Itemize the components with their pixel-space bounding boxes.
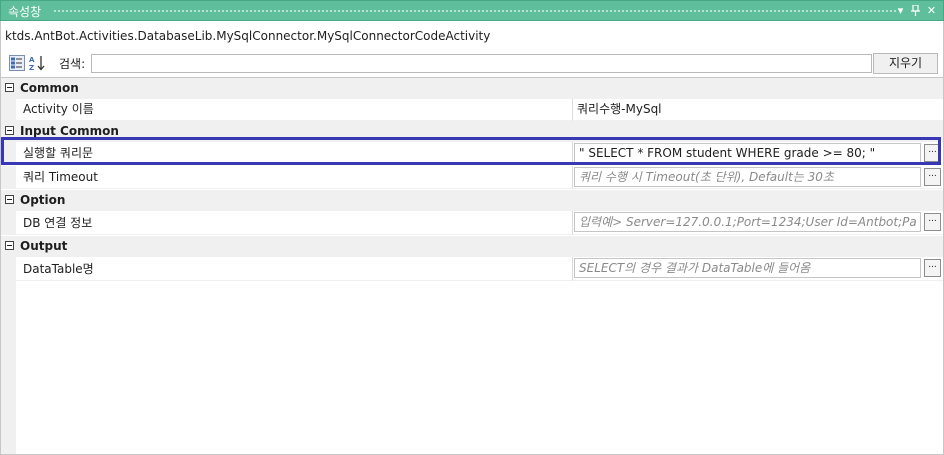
ellipsis-button[interactable]: ... (924, 144, 941, 162)
category-input-common[interactable]: Input Common (1, 121, 943, 142)
property-row-db-connection[interactable]: DB 연결 정보 입력예> Server=127.0.0.1;Port=1234… (1, 211, 943, 235)
property-row-query-timeout[interactable]: 쿼리 Timeout 쿼리 수행 시 Timeout(초 단위), Defaul… (1, 166, 943, 189)
property-placeholder[interactable]: 쿼리 수행 시 Timeout(초 단위), Default는 30초 (579, 168, 916, 186)
property-value[interactable]: 입력예> Server=127.0.0.1;Port=1234;User Id=… (572, 211, 943, 235)
clear-button[interactable]: 지우기 (873, 53, 938, 74)
search-input[interactable] (91, 54, 872, 73)
category-label: Option (20, 193, 66, 207)
pin-icon[interactable] (909, 3, 922, 18)
category-output[interactable]: Output (1, 236, 943, 257)
property-row-activity-name[interactable]: Activity 이름 쿼리수행-MySql (1, 99, 943, 121)
dropdown-icon[interactable]: ▾ (894, 3, 907, 18)
categorized-view-icon[interactable] (9, 55, 25, 71)
svg-text:A: A (29, 56, 35, 64)
property-name: DB 연결 정보 (16, 211, 572, 235)
ellipsis-button[interactable]: ... (924, 259, 941, 277)
property-name: DataTable명 (16, 257, 572, 281)
datatable-input[interactable]: SELECT의 경우 결과가 DataTable에 들어옴 (574, 258, 921, 278)
title-grip (53, 9, 897, 13)
property-value[interactable]: 쿼리수행-MySql (572, 99, 943, 121)
category-label: Common (20, 81, 79, 95)
timeout-input[interactable]: 쿼리 수행 시 Timeout(초 단위), Default는 30초 (574, 167, 921, 187)
property-grid: Common Activity 이름 쿼리수행-MySql Input Comm… (0, 77, 944, 455)
activity-type-name: ktds.AntBot.Activities.DatabaseLib.MySql… (0, 21, 944, 51)
panel-title: 속성창 (8, 5, 42, 19)
alphabetical-sort-icon[interactable]: A Z (29, 55, 45, 72)
collapse-toggle-icon[interactable] (5, 83, 14, 92)
collapse-toggle-icon[interactable] (5, 126, 14, 135)
property-name: 실행할 쿼리문 (16, 142, 572, 165)
grid-gutter (1, 281, 16, 454)
property-value[interactable]: " SELECT * FROM student WHERE grade >= 8… (572, 142, 943, 165)
property-value[interactable]: SELECT의 경우 결과가 DataTable에 들어옴 ... (572, 257, 943, 281)
panel-title-bar[interactable]: 속성창 ▾ ✕ (0, 0, 944, 21)
category-label: Input Common (20, 124, 119, 138)
property-row-datatable[interactable]: DataTable명 SELECT의 경우 결과가 DataTable에 들어옴… (1, 257, 943, 281)
property-toolbar: A Z 검색: 지우기 (0, 51, 944, 77)
category-option[interactable]: Option (1, 190, 943, 211)
category-label: Output (20, 239, 68, 253)
category-common[interactable]: Common (1, 78, 943, 99)
query-input[interactable]: " SELECT * FROM student WHERE grade >= 8… (574, 143, 921, 163)
ellipsis-button[interactable]: ... (924, 213, 941, 231)
property-value-text[interactable]: " SELECT * FROM student WHERE grade >= 8… (579, 144, 916, 162)
ellipsis-button[interactable]: ... (924, 168, 941, 186)
property-value[interactable]: 쿼리 수행 시 Timeout(초 단위), Default는 30초 ... (572, 166, 943, 189)
property-row-query[interactable]: 실행할 쿼리문 " SELECT * FROM student WHERE gr… (1, 142, 943, 165)
property-placeholder[interactable]: 입력예> Server=127.0.0.1;Port=1234;User Id=… (579, 213, 916, 231)
collapse-toggle-icon[interactable] (5, 195, 14, 204)
search-label: 검색: (59, 57, 86, 71)
close-icon[interactable]: ✕ (925, 3, 938, 18)
svg-text:Z: Z (29, 64, 34, 71)
property-name: 쿼리 Timeout (16, 166, 572, 189)
collapse-toggle-icon[interactable] (5, 241, 14, 250)
db-connection-input[interactable]: 입력예> Server=127.0.0.1;Port=1234;User Id=… (574, 212, 921, 232)
property-value-text[interactable]: 쿼리수행-MySql (577, 99, 662, 120)
property-placeholder[interactable]: SELECT의 경우 결과가 DataTable에 들어옴 (579, 259, 916, 277)
property-name: Activity 이름 (16, 99, 572, 121)
